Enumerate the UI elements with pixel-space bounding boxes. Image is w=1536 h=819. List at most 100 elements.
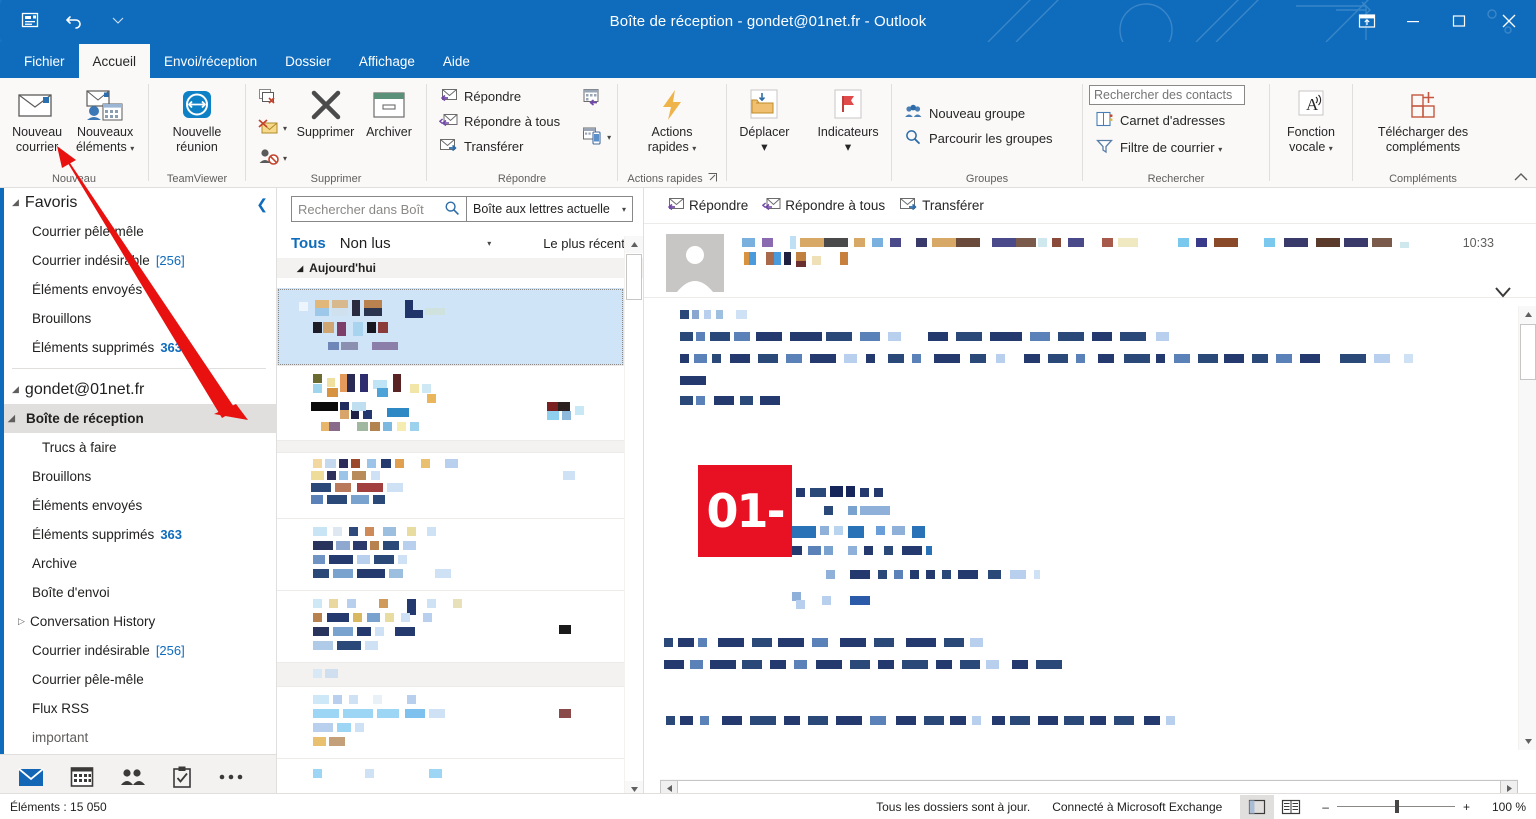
forward-button[interactable]: Transférer xyxy=(433,135,566,158)
move-button[interactable]: Déplacer ▾ xyxy=(733,83,795,157)
scroll-down-button[interactable] xyxy=(1519,733,1536,750)
reply-button-reading-pane[interactable]: Répondre xyxy=(666,196,748,215)
nav-fav-courrier-indesirable[interactable]: Courrier indésirable [256] xyxy=(0,246,276,275)
search-contacts-input[interactable] xyxy=(1089,85,1245,105)
reading-view-icon[interactable] xyxy=(1274,795,1308,819)
zoom-out-button[interactable]: – xyxy=(1322,800,1329,814)
message-list-scrollbar[interactable] xyxy=(624,236,643,798)
maximize-button[interactable] xyxy=(1436,0,1482,42)
flags-button[interactable]: Indicateurs ▾ xyxy=(811,83,884,157)
window-controls[interactable] xyxy=(1344,0,1536,42)
ribbon-display-options-icon[interactable] xyxy=(1344,0,1390,42)
new-group-button[interactable]: Nouveau groupe xyxy=(898,102,1059,125)
new-meeting-button[interactable]: Nouvelle réunion xyxy=(155,83,239,157)
account-header[interactable]: ◢ gondet@01net.fr xyxy=(0,375,276,404)
tasks-icon[interactable] xyxy=(172,766,192,788)
nav-fav-elements-supprimes[interactable]: Éléments supprimés 363 xyxy=(0,333,276,362)
dialog-launcher-icon[interactable] xyxy=(708,173,717,185)
undo-icon[interactable] xyxy=(60,6,88,34)
search-scope-dropdown[interactable]: Boîte aux lettres actuelle ▾ xyxy=(467,196,633,222)
nav-folder-trucs-a-faire[interactable]: Trucs à faire xyxy=(0,433,276,462)
customize-qat-chevron-down-icon[interactable] xyxy=(104,6,132,34)
ribbon-group-nouveau: Nouveau courrier Nouveaux éléments ▾ Nou… xyxy=(0,78,148,188)
read-aloud-button[interactable]: A Fonction vocale ▾ xyxy=(1276,83,1346,158)
mail-filter-button[interactable]: Filtre de courrier ▾ xyxy=(1089,136,1245,159)
nav-folder-brouillons[interactable]: Brouillons xyxy=(0,462,276,491)
filter-unread-tab[interactable]: Non lus xyxy=(340,235,391,252)
nav-folder-elements-supprimes[interactable]: Éléments supprimés 363 xyxy=(0,520,276,549)
ignore-button[interactable] xyxy=(256,87,289,109)
tab-aide[interactable]: Aide xyxy=(429,44,484,78)
nav-folder-conversation-history[interactable]: ▷ Conversation History xyxy=(0,607,276,636)
nav-folder-boite-denvoi[interactable]: Boîte d'envoi xyxy=(0,578,276,607)
get-addins-button[interactable]: Télécharger des compléments xyxy=(1359,83,1487,157)
normal-view-icon[interactable] xyxy=(1240,794,1275,819)
quick-access-toolbar[interactable] xyxy=(16,6,132,34)
nav-folder-elements-envoyes[interactable]: Éléments envoyés xyxy=(0,491,276,520)
archive-button[interactable]: Archiver xyxy=(358,83,420,142)
minimize-button[interactable] xyxy=(1390,0,1436,42)
zoom-control[interactable]: – + 100 % xyxy=(1322,800,1526,814)
filter-chevron-down-icon[interactable]: ▾ xyxy=(487,239,491,248)
nav-folder-courrier-pele-mele[interactable]: Courrier pêle-mêle xyxy=(0,665,276,694)
nav-fav-brouillons[interactable]: Brouillons xyxy=(0,304,276,333)
tab-accueil[interactable]: Accueil xyxy=(78,44,151,78)
delete-button[interactable]: Supprimer xyxy=(293,83,358,142)
table-row[interactable] xyxy=(277,591,624,663)
zoom-slider[interactable] xyxy=(1336,800,1455,813)
scroll-up-button[interactable] xyxy=(1519,306,1536,323)
search-input[interactable]: Rechercher dans Boît xyxy=(291,196,467,222)
nav-fav-courrier-pele-mele[interactable]: Courrier pêle-mêle xyxy=(0,217,276,246)
close-button[interactable] xyxy=(1482,0,1536,42)
reply-all-button[interactable]: Répondre à tous xyxy=(433,110,566,133)
list-group-header-today[interactable]: ◢ Aujourd'hui xyxy=(277,258,643,278)
tab-fichier[interactable]: Fichier xyxy=(10,44,79,78)
address-book-button[interactable]: Carnet d'adresses xyxy=(1089,109,1245,132)
collapse-nav-chevron-left-icon[interactable]: ❮ xyxy=(256,196,268,213)
table-row[interactable] xyxy=(277,663,624,687)
meeting-reply-button[interactable] xyxy=(580,87,613,111)
zoom-slider-knob[interactable] xyxy=(1394,800,1399,813)
forward-button-reading-pane[interactable]: Transférer xyxy=(899,196,984,215)
mail-icon[interactable] xyxy=(18,767,44,787)
scroll-up-button[interactable] xyxy=(625,236,643,253)
table-row[interactable] xyxy=(277,288,624,366)
filter-all-tab[interactable]: Tous xyxy=(291,235,326,252)
reply-button[interactable]: Répondre xyxy=(433,85,566,108)
more-respond-button[interactable]: ▾ xyxy=(580,125,613,149)
nav-fav-elements-envoyes[interactable]: Éléments envoyés xyxy=(0,275,276,304)
sort-order-button[interactable]: Le plus récent ↓ xyxy=(543,236,635,251)
favorites-header[interactable]: ◢ Favoris xyxy=(0,188,276,217)
collapse-ribbon-chevron-up-icon[interactable] xyxy=(1514,171,1528,185)
table-row[interactable] xyxy=(277,453,624,519)
save-icon[interactable] xyxy=(16,6,44,34)
module-switcher-bar[interactable] xyxy=(0,754,277,798)
table-row[interactable] xyxy=(277,366,624,441)
junk-button[interactable]: ▾ xyxy=(256,147,289,169)
nav-folder-courrier-indesirable[interactable]: Courrier indésirable [256] xyxy=(0,636,276,665)
calendar-icon[interactable] xyxy=(70,766,94,788)
new-items-button[interactable]: Nouveaux éléments ▾ xyxy=(68,83,142,158)
scrollbar-thumb[interactable] xyxy=(1520,324,1536,380)
tab-envoi-reception[interactable]: Envoi/réception xyxy=(150,44,271,78)
zoom-in-button[interactable]: + xyxy=(1463,800,1470,814)
nav-folder-flux-rss[interactable]: Flux RSS xyxy=(0,694,276,723)
scrollbar-thumb[interactable] xyxy=(626,254,642,300)
new-mail-button[interactable]: Nouveau courrier xyxy=(6,83,68,157)
tab-affichage[interactable]: Affichage xyxy=(345,44,429,78)
people-icon[interactable] xyxy=(120,767,146,787)
more-options-icon[interactable] xyxy=(218,773,244,781)
table-row[interactable] xyxy=(277,687,624,759)
quick-steps-button[interactable]: Actions rapides ▾ xyxy=(624,83,720,158)
browse-groups-button[interactable]: Parcourir les groupes xyxy=(898,127,1059,150)
reply-all-button-reading-pane[interactable]: Répondre à tous xyxy=(762,196,885,215)
nav-folder-archive[interactable]: Archive xyxy=(0,549,276,578)
tab-dossier[interactable]: Dossier xyxy=(271,44,345,78)
ribbon-tabs[interactable]: Fichier Accueil Envoi/réception Dossier … xyxy=(0,42,1536,78)
clean-up-button[interactable]: ▾ xyxy=(256,117,289,139)
table-row[interactable] xyxy=(277,441,624,453)
reading-pane-vertical-scrollbar[interactable] xyxy=(1518,306,1536,750)
nav-folder-important[interactable]: important xyxy=(0,723,276,752)
nav-folder-boite-de-reception[interactable]: ◢ Boîte de réception xyxy=(0,404,276,433)
table-row[interactable] xyxy=(277,519,624,591)
